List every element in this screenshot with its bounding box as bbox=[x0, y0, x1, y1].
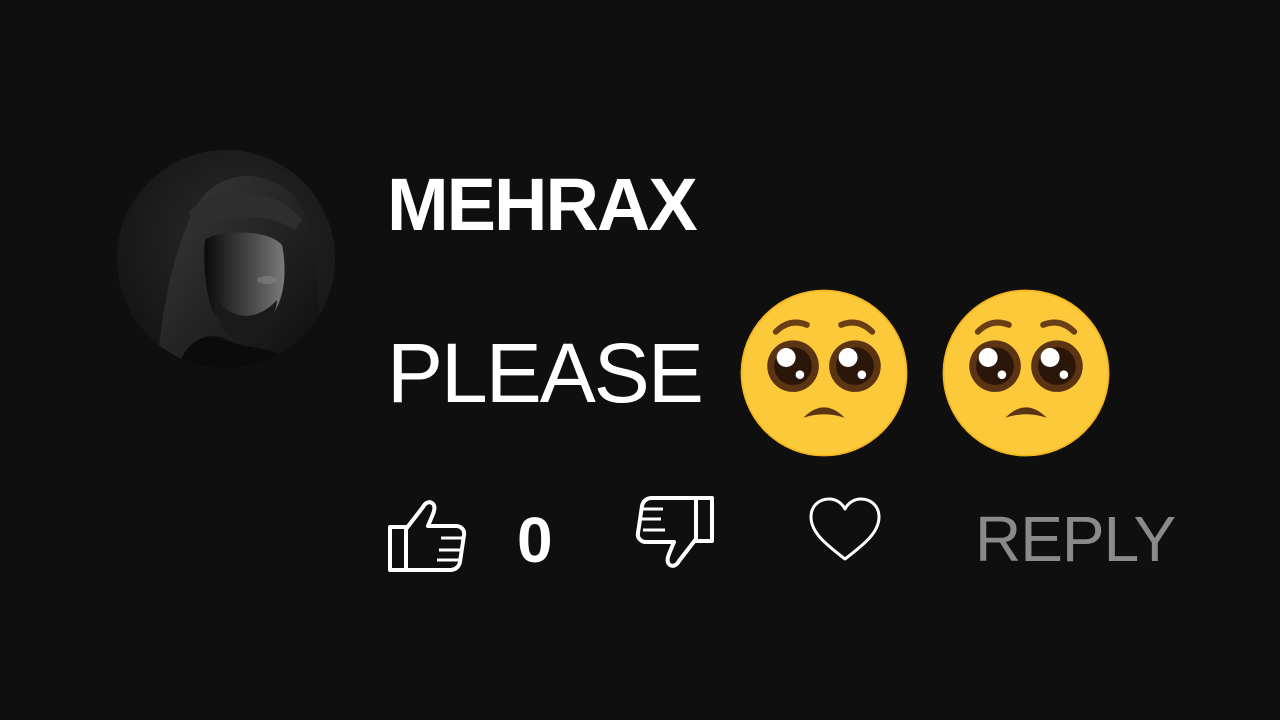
thumbs-up-icon bbox=[388, 500, 467, 572]
reply-button[interactable]: REPLY bbox=[975, 503, 1176, 575]
comment-card: MEHRAX PLEASE 0 REPLY bbox=[0, 0, 1280, 720]
thumbs-down-icon bbox=[635, 496, 714, 568]
avatar[interactable] bbox=[117, 150, 335, 368]
author-name[interactable]: MEHRAX bbox=[387, 165, 698, 245]
like-button[interactable] bbox=[387, 495, 469, 575]
heart-icon bbox=[809, 497, 881, 561]
like-count: 0 bbox=[517, 504, 553, 576]
comment-body: PLEASE bbox=[387, 289, 1112, 457]
heart-button[interactable] bbox=[807, 495, 883, 565]
pleading-face-emoji bbox=[738, 287, 910, 459]
avatar-image bbox=[117, 150, 335, 368]
comment-text: PLEASE bbox=[387, 326, 704, 420]
comment-actions: 0 REPLY bbox=[387, 495, 1187, 576]
dislike-button[interactable] bbox=[635, 495, 717, 575]
pleading-face-emoji bbox=[940, 287, 1112, 459]
